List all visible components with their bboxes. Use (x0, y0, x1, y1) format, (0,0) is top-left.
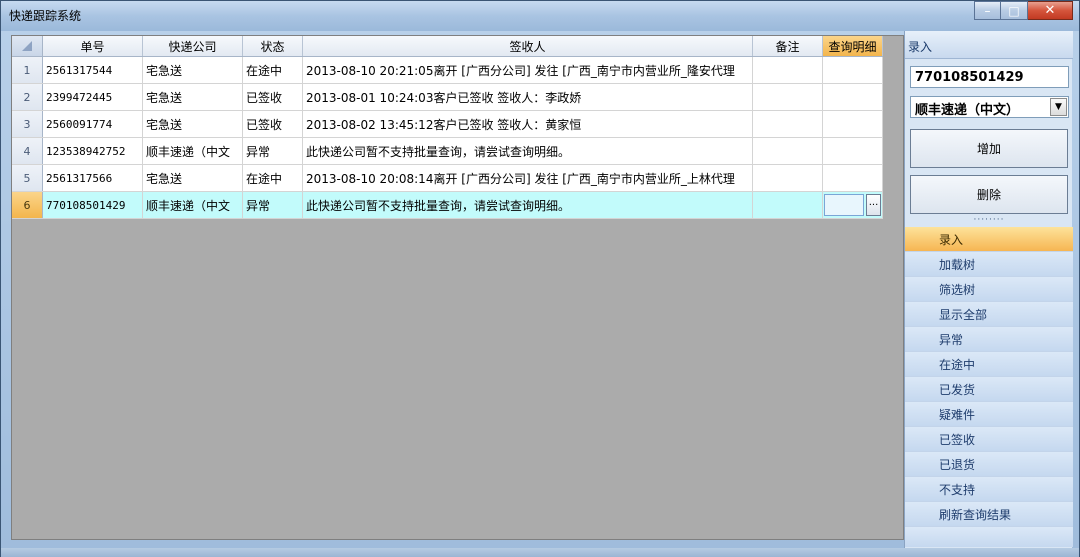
nav-item-unsupported[interactable]: 不支持 (905, 477, 1073, 502)
nav-item-input[interactable]: 录入 (905, 227, 1073, 252)
cell-company[interactable]: 宅急送 (143, 84, 243, 110)
row-index[interactable]: 2 (12, 84, 43, 110)
cell-signer[interactable]: 2013-08-10 20:21:05离开 [广西分公司] 发往 [广西_南宁市… (303, 57, 753, 83)
cell-note[interactable] (753, 165, 823, 191)
column-header-signer[interactable]: 签收人 (303, 36, 753, 56)
cell-query[interactable] (823, 165, 883, 191)
cell-query[interactable] (823, 84, 883, 110)
row-index[interactable]: 1 (12, 57, 43, 83)
nav-item-refresh-results[interactable]: 刷新查询结果 (905, 502, 1073, 527)
table-row[interactable]: 3 2560091774 宅急送 已签收 2013-08-02 13:45:12… (12, 111, 883, 138)
cell-signer[interactable]: 2013-08-02 13:45:12客户已签收 签收人：黄家恒 (303, 111, 753, 137)
row-index[interactable]: 5 (12, 165, 43, 191)
cell-note[interactable] (753, 192, 823, 218)
query-editor: ··· (823, 192, 882, 218)
table-row[interactable]: 4 123538942752 顺丰速递（中文 异常 此快递公司暂不支持批量查询，… (12, 138, 883, 165)
maximize-button[interactable]: □ (1001, 1, 1028, 20)
cell-number[interactable]: 770108501429 (43, 192, 143, 218)
window-controls: – □ ✕ (974, 1, 1073, 21)
nav-item-problem[interactable]: 疑难件 (905, 402, 1073, 427)
dropdown-arrow-icon[interactable]: ▼ (1050, 98, 1067, 116)
cell-number[interactable]: 2560091774 (43, 111, 143, 137)
table-row[interactable]: 1 2561317544 宅急送 在途中 2013-08-10 20:21:05… (12, 57, 883, 84)
column-header-number[interactable]: 单号 (43, 36, 143, 56)
window-bottom-border (1, 548, 1079, 557)
panel-splitter[interactable]: ········ (905, 216, 1073, 225)
cell-note[interactable] (753, 57, 823, 83)
tracking-number-input[interactable]: 770108501429 (910, 66, 1069, 88)
cell-signer[interactable]: 此快递公司暂不支持批量查询，请尝试查询明细。 (303, 138, 753, 164)
cell-note[interactable] (753, 138, 823, 164)
column-header-status[interactable]: 状态 (243, 36, 303, 56)
cell-status[interactable]: 在途中 (243, 57, 303, 83)
row-index[interactable]: 3 (12, 111, 43, 137)
column-header-note[interactable]: 备注 (753, 36, 823, 56)
nav-blank (905, 527, 1073, 547)
cell-number[interactable]: 2561317566 (43, 165, 143, 191)
cell-status[interactable]: 异常 (243, 192, 303, 218)
select-all-corner[interactable] (12, 36, 43, 56)
cell-query[interactable] (823, 57, 883, 83)
panel-header: 录入 (905, 31, 1073, 59)
close-button[interactable]: ✕ (1028, 1, 1073, 20)
cell-status[interactable]: 异常 (243, 138, 303, 164)
cell-number[interactable]: 2561317544 (43, 57, 143, 83)
delete-button[interactable]: 删除 (910, 175, 1068, 214)
nav-item-signed[interactable]: 已签收 (905, 427, 1073, 452)
cell-query[interactable] (823, 138, 883, 164)
company-select-value: 顺丰速递（中文） (915, 103, 1020, 118)
grid-header-row: 单号 快递公司 状态 签收人 备注 查询明细 (12, 36, 883, 57)
cell-signer[interactable]: 此快递公司暂不支持批量查询，请尝试查询明细。 (303, 192, 753, 218)
nav-item-shipped[interactable]: 已发货 (905, 377, 1073, 402)
add-button[interactable]: 增加 (910, 129, 1068, 168)
cell-signer[interactable]: 2013-08-10 20:08:14离开 [广西分公司] 发往 [广西_南宁市… (303, 165, 753, 191)
cell-company[interactable]: 宅急送 (143, 111, 243, 137)
nav-item-returned[interactable]: 已退货 (905, 452, 1073, 477)
corner-triangle-icon (22, 41, 32, 51)
cell-query[interactable] (823, 111, 883, 137)
input-panel: 录入 770108501429 顺丰速递（中文） ▼ 增加 删除 ·······… (904, 31, 1073, 548)
cell-status[interactable]: 已签收 (243, 111, 303, 137)
cell-number[interactable]: 2399472445 (43, 84, 143, 110)
company-select[interactable]: 顺丰速递（中文） ▼ (910, 96, 1069, 118)
cell-status[interactable]: 在途中 (243, 165, 303, 191)
cell-company[interactable]: 顺丰速递（中文 (143, 192, 243, 218)
table-row[interactable]: 5 2561317566 宅急送 在途中 2013-08-10 20:08:14… (12, 165, 883, 192)
app-window: 快递跟踪系统 – □ ✕ 单号 快递公司 状态 签收人 备注 查询明细 1 25… (0, 0, 1080, 557)
minimize-button[interactable]: – (974, 1, 1001, 20)
nav-list: 录入 加载树 筛选树 显示全部 异常 在途中 已发货 疑难件 已签收 已退货 不… (905, 227, 1073, 547)
nav-item-filter-tree[interactable]: 筛选树 (905, 277, 1073, 302)
nav-item-load-tree[interactable]: 加载树 (905, 252, 1073, 277)
cell-query-editor[interactable]: ··· (823, 192, 883, 218)
table-row[interactable]: 2 2399472445 宅急送 已签收 2013-08-01 10:24:03… (12, 84, 883, 111)
tracking-grid: 单号 快递公司 状态 签收人 备注 查询明细 1 2561317544 宅急送 … (12, 36, 883, 219)
cell-signer[interactable]: 2013-08-01 10:24:03客户已签收 签收人：李政娇 (303, 84, 753, 110)
query-edit-box[interactable] (824, 194, 864, 216)
window-title: 快递跟踪系统 (9, 9, 82, 23)
column-header-company[interactable]: 快递公司 (143, 36, 243, 56)
cell-company[interactable]: 顺丰速递（中文 (143, 138, 243, 164)
nav-item-show-all[interactable]: 显示全部 (905, 302, 1073, 327)
cell-status[interactable]: 已签收 (243, 84, 303, 110)
cell-company[interactable]: 宅急送 (143, 165, 243, 191)
cell-note[interactable] (753, 111, 823, 137)
cell-note[interactable] (753, 84, 823, 110)
tracking-grid-area: 单号 快递公司 状态 签收人 备注 查询明细 1 2561317544 宅急送 … (11, 35, 904, 540)
row-index[interactable]: 4 (12, 138, 43, 164)
cell-number[interactable]: 123538942752 (43, 138, 143, 164)
row-index[interactable]: 6 (12, 192, 43, 218)
ellipsis-button[interactable]: ··· (866, 194, 881, 216)
table-row-selected[interactable]: 6 770108501429 顺丰速递（中文 异常 此快递公司暂不支持批量查询，… (12, 192, 883, 219)
title-bar[interactable]: 快递跟踪系统 – □ ✕ (1, 1, 1079, 31)
cell-company[interactable]: 宅急送 (143, 57, 243, 83)
nav-item-in-transit[interactable]: 在途中 (905, 352, 1073, 377)
nav-item-abnormal[interactable]: 异常 (905, 327, 1073, 352)
column-header-query-detail[interactable]: 查询明细 (823, 36, 883, 56)
